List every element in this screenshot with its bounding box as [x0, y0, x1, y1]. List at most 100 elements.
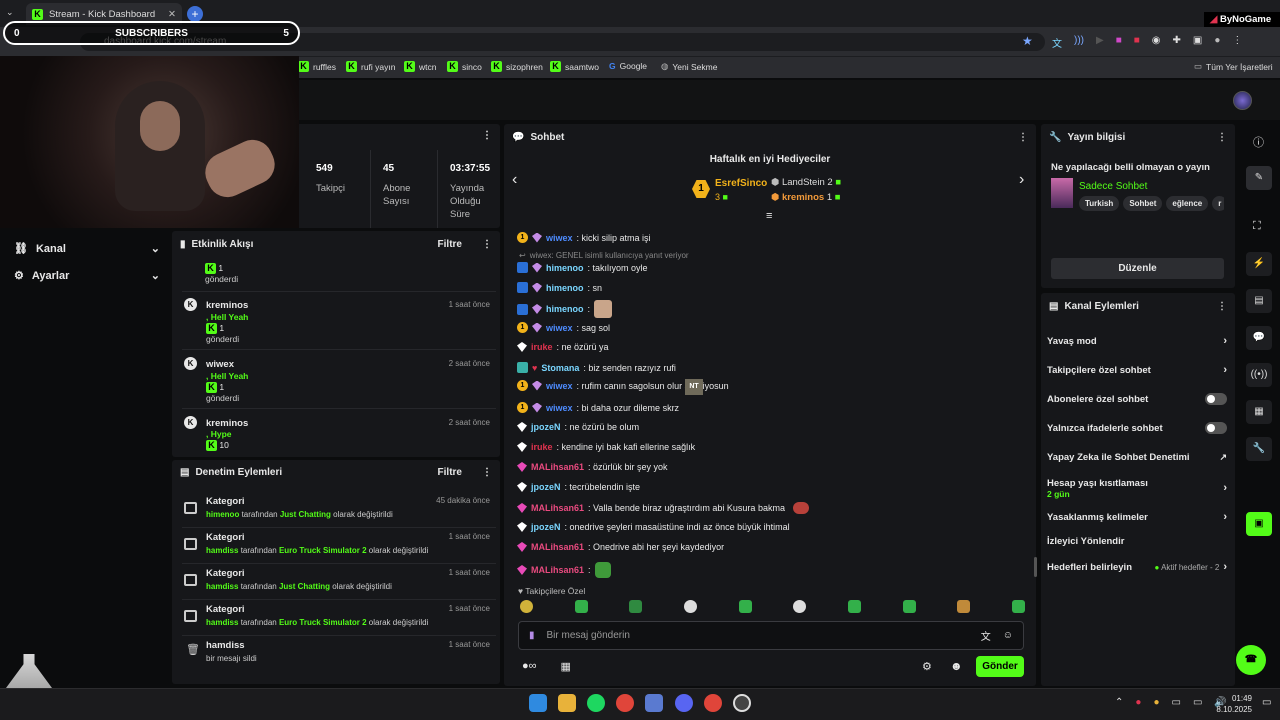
discord-icon[interactable] [675, 694, 693, 712]
crop-icon[interactable]: ⛶ [1253, 220, 1261, 233]
bookmark-google[interactable]: G Google [609, 61, 647, 71]
bookmark-sinco[interactable]: Ksinco [447, 61, 482, 72]
channel-actions-menu-icon[interactable]: ⋮ [1217, 301, 1227, 312]
chrome-icon[interactable] [616, 694, 634, 712]
spotify-icon[interactable] [587, 694, 605, 712]
emote-icon[interactable] [683, 600, 697, 613]
subscribers-chat-toggle[interactable] [1205, 393, 1227, 405]
chat-input[interactable]: ▮ Bir mesaj gönderin 文 ☺ [518, 621, 1024, 650]
chat-menu-icon[interactable]: ⋮ [1018, 132, 1028, 143]
chat-icon[interactable]: 💬 [1246, 326, 1272, 350]
emote-icon[interactable] [520, 600, 533, 613]
slow-mode-item[interactable]: Yavaş mod › [1047, 335, 1227, 347]
emote-icon[interactable] [1011, 600, 1025, 613]
moderation-filter-button[interactable]: Filtre [438, 467, 462, 478]
stats-menu-icon[interactable]: ⋮ [482, 130, 492, 141]
bookmark-new-tab[interactable]: ◍ Yeni Sekme [661, 61, 717, 72]
extension-icon[interactable]: ■ [1116, 35, 1122, 50]
start-icon[interactable] [529, 694, 547, 712]
points-icon[interactable]: ●∞ [522, 660, 537, 673]
bookmark-rufi-yayin[interactable]: Krufi yayın [346, 61, 396, 72]
bookmark-ruffles[interactable]: Kruffles [298, 61, 336, 72]
obs-icon[interactable] [733, 694, 751, 712]
close-tab-icon[interactable]: ✕ [168, 9, 176, 20]
app-icon[interactable] [645, 694, 663, 712]
bookmark-star-icon[interactable]: ★ [1022, 34, 1033, 48]
store-icon[interactable]: ▦ [561, 660, 571, 673]
edit-icon[interactable]: ✎ [1246, 166, 1272, 190]
translate-icon[interactable]: 文 [1052, 35, 1062, 50]
tray-app-icon[interactable]: ● [1135, 697, 1141, 708]
bookmark-wtcn[interactable]: Kwtcn [404, 61, 436, 72]
network-icon[interactable]: ▭ [1193, 697, 1202, 708]
audio-icon[interactable]: ))) [1074, 35, 1084, 50]
tag[interactable]: Turkish [1079, 196, 1120, 211]
followers-chat-item[interactable]: Takipçilere özel sohbet › [1047, 364, 1227, 376]
category-name[interactable]: Sadece Sohbet [1079, 181, 1147, 192]
tab-list-icon[interactable]: ⌄ [6, 7, 14, 18]
mic-icon[interactable]: ● [1153, 697, 1159, 708]
user-avatar[interactable] [1233, 91, 1252, 110]
send-button[interactable]: Gönder [976, 656, 1024, 677]
chat-scrollbar[interactable] [1034, 557, 1037, 577]
all-bookmarks[interactable]: ▭ Tüm Yer İşaretleri [1194, 61, 1273, 72]
support-button[interactable]: ☎ [1236, 645, 1266, 675]
extension-icon[interactable]: ■ [1134, 35, 1140, 50]
file-explorer-icon[interactable] [558, 694, 576, 712]
activity-menu-icon[interactable]: ⋮ [482, 239, 492, 250]
tag[interactable]: r [1212, 196, 1224, 211]
viewer-redirect-item[interactable]: İzleyici Yönlendir [1047, 536, 1227, 547]
app-icon[interactable]: ▣ [1246, 512, 1272, 536]
chrome-icon[interactable] [704, 694, 722, 712]
profile-icon[interactable]: ● [1214, 35, 1220, 50]
info-icon[interactable]: ⓘ [1253, 134, 1264, 150]
microphone-icon[interactable]: ▮ [529, 630, 535, 641]
broadcast-icon[interactable]: ((•)) [1246, 363, 1272, 387]
tag[interactable]: Sohbet [1123, 196, 1163, 211]
sidebar-icon[interactable]: ▣ [1193, 35, 1202, 50]
emote-icon[interactable] [957, 600, 971, 613]
account-age-item[interactable]: Hesap yaşı kısıtlaması 2 gün › [1047, 476, 1227, 500]
edit-button[interactable]: Düzenle [1051, 258, 1224, 279]
translate-icon[interactable]: 文 [981, 628, 991, 643]
tray-app-icon[interactable]: ▭ [1171, 697, 1180, 708]
wrench-icon[interactable]: 🔧 [1246, 437, 1272, 461]
gifters-next-icon[interactable]: › [1019, 171, 1024, 189]
emote-icon[interactable] [738, 600, 752, 613]
moderation-menu-icon[interactable]: ⋮ [482, 467, 492, 478]
bookmark-saamtwo[interactable]: Ksaamtwo [550, 61, 599, 72]
chat-settings-icon[interactable]: ⚙ [922, 660, 932, 673]
filter-lines-icon[interactable]: ≡ [766, 210, 772, 222]
emote-icon[interactable] [793, 600, 807, 613]
bookmark-sizophren[interactable]: Ksizophren [491, 61, 543, 72]
gifters-prev-icon[interactable]: ‹ [512, 171, 517, 189]
layout-icon[interactable]: ▦ [1246, 400, 1272, 424]
goals-item[interactable]: Hedefleri belirleyin ● Aktif hedefler - 2… [1047, 561, 1227, 573]
forward-icon[interactable]: ▶ [1096, 35, 1104, 50]
new-tab-button[interactable]: + [187, 6, 203, 22]
emote-icon[interactable] [629, 600, 643, 613]
activity-filter-button[interactable]: Filtre [438, 239, 462, 250]
emote-icon[interactable] [902, 600, 916, 613]
notifications-icon[interactable]: ▭ [1262, 697, 1271, 708]
emote-icon[interactable] [574, 600, 588, 613]
extensions-puzzle-icon[interactable]: ✚ [1173, 35, 1181, 50]
document-icon[interactable]: ▤ [1246, 289, 1272, 313]
chevron-up-icon[interactable]: ⌃ [1115, 697, 1123, 708]
ai-moderation-item[interactable]: Yapay Zeka ile Sohbet Denetimi ↗ [1047, 452, 1227, 463]
banned-words-item[interactable]: Yasaklanmış kelimeler › [1047, 511, 1227, 523]
stream-info-menu-icon[interactable]: ⋮ [1217, 132, 1227, 143]
extension-icons[interactable]: 文 ))) ▶ ■ ■ ◉ ✚ ▣ ● ⋮ [1052, 35, 1242, 50]
gamepad-icon[interactable]: ◉ [1152, 35, 1161, 50]
menu-icon[interactable]: ⋮ [1232, 35, 1242, 50]
event-time: 1 saat önce [448, 300, 490, 309]
emote-picker-icon[interactable]: ☻ [950, 659, 963, 673]
emotes-only-toggle[interactable] [1205, 422, 1227, 434]
emote-icon[interactable] [847, 600, 861, 613]
nav-kanal[interactable]: ⛓ Kanal ⌄ [14, 242, 160, 256]
clock[interactable]: 01:49 8.10.2025 [1212, 693, 1252, 715]
nav-ayarlar[interactable]: ⚙ Ayarlar ⌄ [14, 269, 160, 283]
lightning-icon[interactable]: ⚡ [1246, 252, 1272, 276]
emoji-icon[interactable]: ☺ [1003, 630, 1013, 641]
tag[interactable]: eğlence [1166, 196, 1209, 211]
